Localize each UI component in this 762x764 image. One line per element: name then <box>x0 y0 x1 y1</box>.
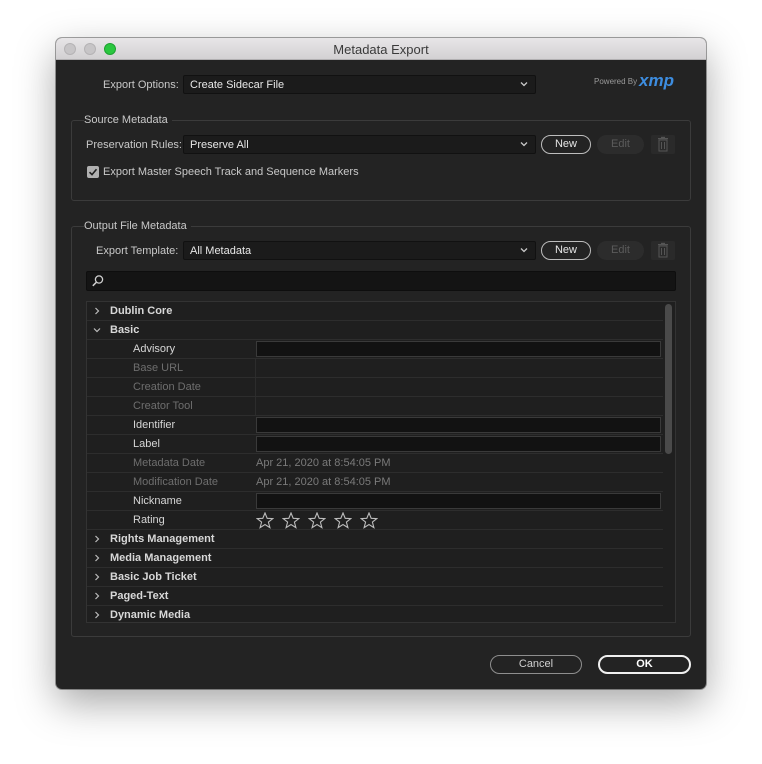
field-row-advisory: Advisory <box>87 340 663 359</box>
chevron-down-icon <box>520 248 528 253</box>
category-basic-job-ticket[interactable]: Basic Job Ticket <box>87 568 663 587</box>
category-label: Media Management <box>110 552 212 564</box>
category-rights-management[interactable]: Rights Management <box>87 530 663 549</box>
tree-scrollbar-thumb[interactable] <box>665 304 672 454</box>
category-dublin-core[interactable]: Dublin Core <box>87 302 663 321</box>
field-row-nickname: Nickname <box>87 492 663 511</box>
label-input[interactable] <box>256 436 661 452</box>
field-label: Identifier <box>133 419 176 431</box>
rating-stars[interactable] <box>256 512 383 529</box>
star-icon[interactable] <box>360 512 379 529</box>
category-label: Dynamic Media <box>110 609 191 621</box>
category-label: Basic <box>110 324 140 336</box>
export-options-value: Create Sidecar File <box>190 79 285 91</box>
window-title: Metadata Export <box>333 42 429 57</box>
field-row-base-url: Base URL <box>87 359 663 378</box>
field-label: Nickname <box>133 495 182 507</box>
export-options-label: Export Options: <box>103 79 179 91</box>
new-template-button[interactable]: New <box>541 241 591 260</box>
export-template-label: Export Template: <box>96 245 179 257</box>
field-row-creator-tool: Creator Tool <box>87 397 663 416</box>
export-template-value: All Metadata <box>190 245 252 257</box>
category-basic[interactable]: Basic <box>87 321 663 340</box>
category-dynamic-media[interactable]: Dynamic Media <box>87 606 663 622</box>
source-metadata-group <box>71 120 691 201</box>
chevron-right-icon[interactable] <box>93 592 101 600</box>
chevron-right-icon[interactable] <box>93 554 101 562</box>
field-row-modification-date: Modification Date Apr 21, 2020 at 8:54:0… <box>87 473 663 492</box>
export-template-dropdown[interactable]: All Metadata <box>183 241 536 260</box>
checkmark-icon <box>88 168 98 176</box>
category-paged-text[interactable]: Paged-Text <box>87 587 663 606</box>
category-media-management[interactable]: Media Management <box>87 549 663 568</box>
field-label: Creation Date <box>133 381 201 393</box>
field-row-identifier: Identifier <box>87 416 663 435</box>
chevron-right-icon[interactable] <box>93 535 101 543</box>
field-row-rating: Rating <box>87 511 663 530</box>
category-label: Paged-Text <box>110 590 169 602</box>
category-label: Basic Job Ticket <box>110 571 197 583</box>
cancel-button[interactable]: Cancel <box>490 655 582 674</box>
field-label: Modification Date <box>133 476 218 488</box>
nickname-input[interactable] <box>256 493 661 509</box>
field-label: Rating <box>133 514 165 526</box>
field-label: Creator Tool <box>133 400 193 412</box>
star-icon[interactable] <box>282 512 301 529</box>
output-metadata-title: Output File Metadata <box>84 220 191 232</box>
field-label: Advisory <box>133 343 176 355</box>
chevron-down-icon[interactable] <box>93 326 101 334</box>
search-icon <box>92 275 104 287</box>
export-markers-label: Export Master Speech Track and Sequence … <box>103 166 359 178</box>
field-row-creation-date: Creation Date <box>87 378 663 397</box>
category-label: Dublin Core <box>110 305 173 317</box>
edit-preservation-rule-button[interactable]: Edit <box>597 135 644 154</box>
source-metadata-title: Source Metadata <box>84 114 172 126</box>
identifier-input[interactable] <box>256 417 661 433</box>
chevron-down-icon <box>520 142 528 147</box>
edit-template-button[interactable]: Edit <box>597 241 644 260</box>
modification-date-value: Apr 21, 2020 at 8:54:05 PM <box>256 476 391 488</box>
field-row-metadata-date: Metadata Date Apr 21, 2020 at 8:54:05 PM <box>87 454 663 473</box>
metadata-search-input[interactable] <box>86 271 676 291</box>
star-icon[interactable] <box>334 512 353 529</box>
trash-icon <box>658 136 668 152</box>
star-icon[interactable] <box>256 512 274 529</box>
chevron-right-icon[interactable] <box>93 307 101 315</box>
ok-button[interactable]: OK <box>598 655 691 674</box>
export-options-dropdown[interactable]: Create Sidecar File <box>183 75 536 94</box>
advisory-input[interactable] <box>256 341 661 357</box>
new-preservation-rule-button[interactable]: New <box>541 135 591 154</box>
delete-preservation-rule-button[interactable] <box>651 135 675 154</box>
category-label: Rights Management <box>110 533 215 545</box>
chevron-right-icon[interactable] <box>93 611 101 619</box>
export-markers-checkbox[interactable] <box>87 166 99 178</box>
metadata-export-dialog: Metadata Export Export Options: Create S… <box>56 38 706 689</box>
preservation-rules-value: Preserve All <box>190 139 249 151</box>
tree-scrollbar[interactable] <box>664 303 674 621</box>
chevron-down-icon <box>520 82 528 87</box>
powered-by-text: Powered By <box>594 77 638 86</box>
delete-template-button[interactable] <box>651 241 675 260</box>
xmp-logo: xmp <box>639 71 674 90</box>
metadata-date-value: Apr 21, 2020 at 8:54:05 PM <box>256 457 391 469</box>
trash-icon <box>658 242 668 258</box>
field-row-label: Label <box>87 435 663 454</box>
title-bar: Metadata Export <box>56 38 706 60</box>
field-label: Metadata Date <box>133 457 206 469</box>
preservation-rules-label: Preservation Rules: <box>86 139 182 151</box>
field-label: Label <box>133 438 160 450</box>
star-icon[interactable] <box>308 512 327 529</box>
preservation-rules-dropdown[interactable]: Preserve All <box>183 135 536 154</box>
metadata-tree: Dublin Core Basic Advisory Base URL Crea… <box>86 301 676 623</box>
field-label: Base URL <box>133 362 184 374</box>
chevron-right-icon[interactable] <box>93 573 101 581</box>
